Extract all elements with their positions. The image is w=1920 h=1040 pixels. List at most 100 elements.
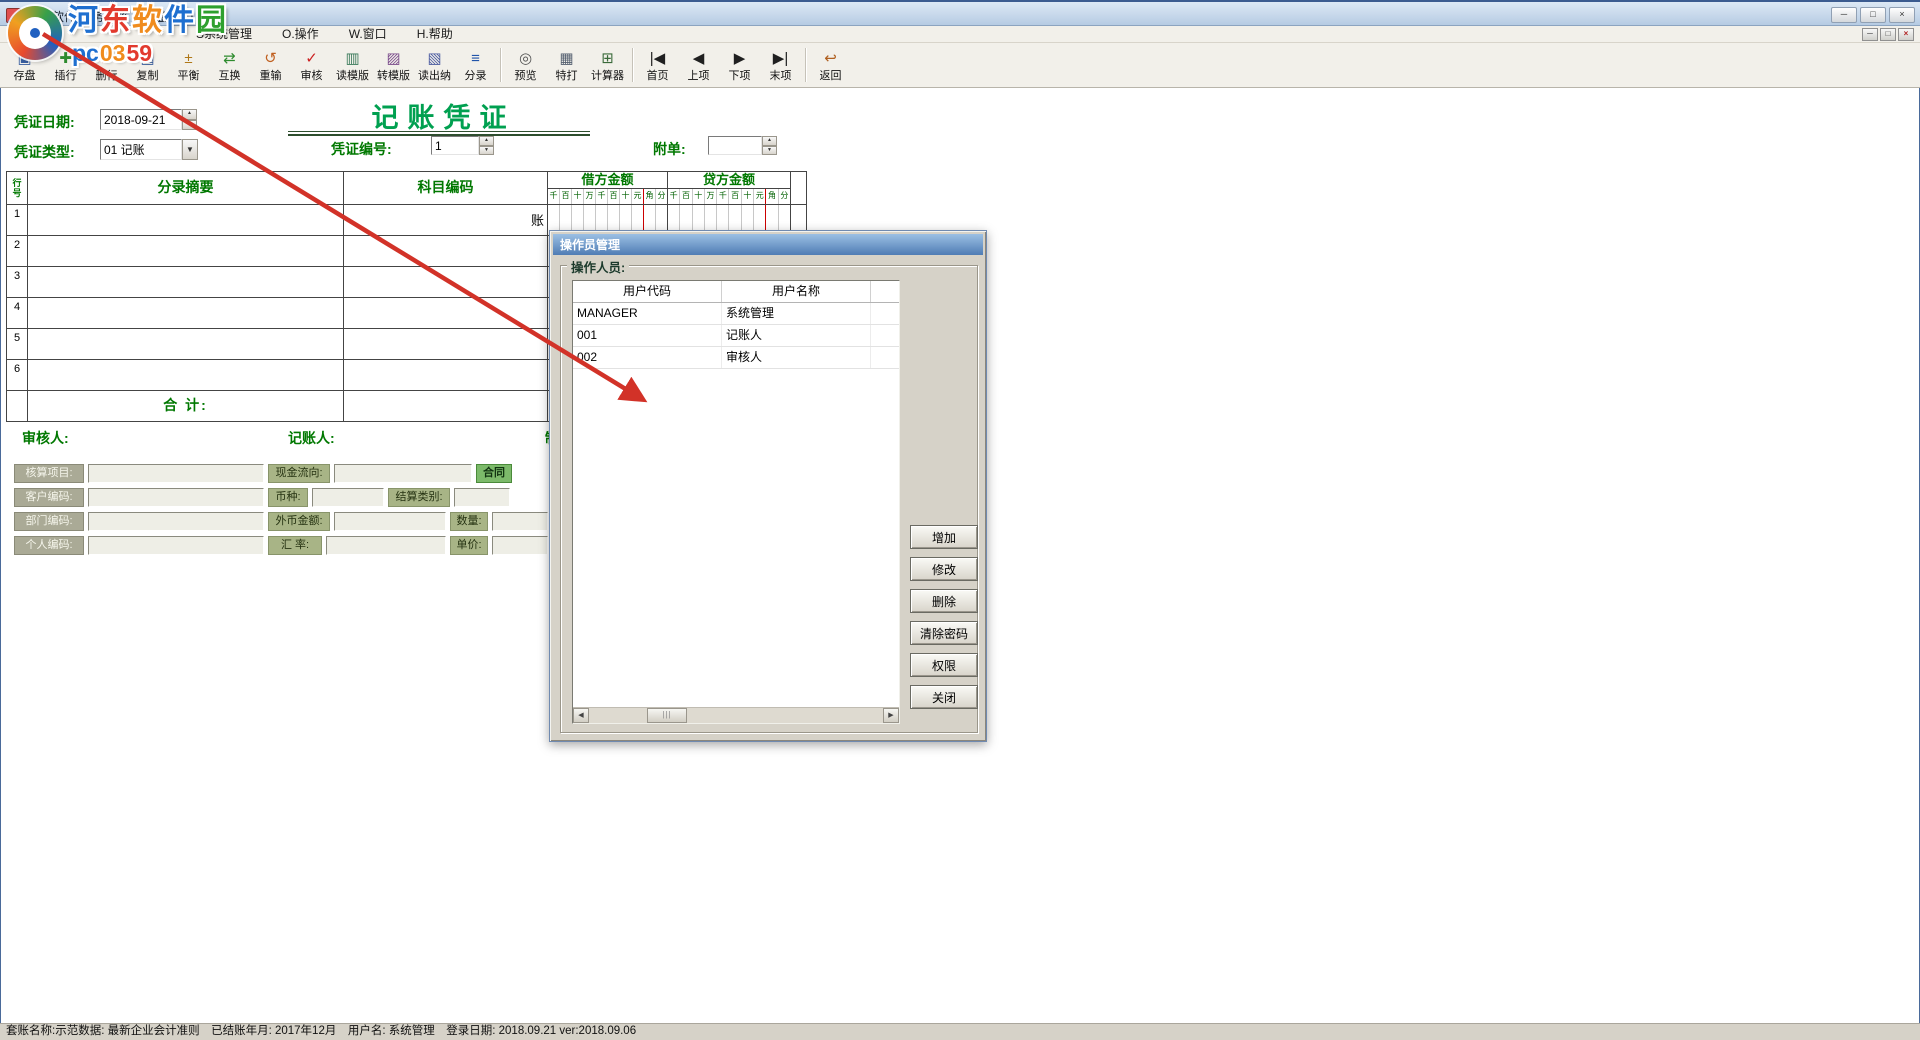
modify-button[interactable]: 修改 xyxy=(910,557,978,581)
scrollbar-track[interactable]: ||| xyxy=(589,708,883,723)
summary-cell[interactable] xyxy=(28,205,344,235)
voucher-date-input[interactable]: 2018-09-21 xyxy=(100,109,182,130)
clear-password-button[interactable]: 清除密码 xyxy=(910,621,978,645)
child-restore-button[interactable]: □ xyxy=(1880,28,1896,41)
detail-field-input[interactable] xyxy=(334,464,472,483)
row-number: 4 xyxy=(7,298,28,328)
copy-button[interactable]: ▤复制 xyxy=(127,44,168,86)
add-button[interactable]: 增加 xyxy=(910,525,978,549)
detail-field-input[interactable] xyxy=(88,464,264,483)
previous-button[interactable]: ◀上项 xyxy=(678,44,719,86)
account-code-cell[interactable] xyxy=(344,236,548,266)
digit-column: 百 xyxy=(729,189,741,204)
print-button[interactable]: ▦特打 xyxy=(546,44,587,86)
digit-column: 百 xyxy=(680,189,692,204)
spin-down-icon[interactable]: ▼ xyxy=(479,146,494,156)
preview-icon: ◎ xyxy=(519,48,532,69)
detail-field-input[interactable] xyxy=(312,488,384,507)
voucher-type-dropdown-icon[interactable]: ▼ xyxy=(182,139,198,160)
spin-up-icon[interactable]: ▲ xyxy=(182,109,197,120)
detail-field-input[interactable] xyxy=(88,536,264,555)
account-code-cell[interactable] xyxy=(344,360,548,390)
operator-row[interactable]: MANAGER系统管理 xyxy=(573,303,899,325)
next-button[interactable]: ▶下项 xyxy=(719,44,760,86)
menu-item[interactable]: H.帮助 xyxy=(417,26,453,43)
calculator-button[interactable]: ⊞计算器 xyxy=(587,44,628,86)
application-window: 润衡软件-账务系统 - [凭证录入] ─□× S系统管理O.操作W.窗口H.帮助… xyxy=(0,0,1920,1040)
swap-button[interactable]: ⇄互换 xyxy=(209,44,250,86)
balance-button[interactable]: ±平衡 xyxy=(168,44,209,86)
detail-field-input[interactable] xyxy=(454,488,510,507)
summary-cell[interactable] xyxy=(28,267,344,297)
operator-row[interactable]: 002审核人 xyxy=(573,347,899,369)
attachment-input[interactable] xyxy=(708,136,762,155)
to-template-button[interactable]: ▨转模版 xyxy=(373,44,414,86)
summary-cell[interactable] xyxy=(28,298,344,328)
summary-cell[interactable] xyxy=(28,236,344,266)
last-button[interactable]: ▶|末项 xyxy=(760,44,801,86)
close-button[interactable]: × xyxy=(1889,7,1915,23)
scrollbar-thumb[interactable]: ||| xyxy=(647,708,687,723)
save-button[interactable]: ▣存盘 xyxy=(4,44,45,86)
read-cashier-button[interactable]: ▧读出纳 xyxy=(414,44,455,86)
read-template-button[interactable]: ▥读模版 xyxy=(332,44,373,86)
detail-field-input[interactable] xyxy=(492,536,548,555)
account-code-cell[interactable]: 账 xyxy=(344,205,548,235)
voucher-no-spinner[interactable]: ▲ ▼ xyxy=(479,136,494,155)
operator-table[interactable]: 用户代码用户名称 MANAGER系统管理001记账人002审核人 ◀ ||| ▶ xyxy=(572,280,900,724)
child-minimize-button[interactable]: ─ xyxy=(1862,28,1878,41)
voucher-date-spinner[interactable]: ▲ ▼ xyxy=(182,109,197,130)
spin-up-icon[interactable]: ▲ xyxy=(762,136,777,146)
scroll-left-icon[interactable]: ◀ xyxy=(573,708,589,723)
entries-button[interactable]: ≡分录 xyxy=(455,44,496,86)
detail-field-input[interactable] xyxy=(492,512,548,531)
preview-button[interactable]: ◎预览 xyxy=(505,44,546,86)
operator-table-scrollbar[interactable]: ◀ ||| ▶ xyxy=(573,707,899,723)
first-button[interactable]: |◀首页 xyxy=(637,44,678,86)
digit-column: 十 xyxy=(742,189,754,204)
voucher-no-input[interactable]: 1 xyxy=(431,136,479,155)
spin-down-icon[interactable]: ▼ xyxy=(762,146,777,156)
toolbar-button-label: 重输 xyxy=(260,70,282,82)
account-code-cell[interactable] xyxy=(344,298,548,328)
detail-field-input[interactable] xyxy=(334,512,446,531)
minimize-button[interactable]: ─ xyxy=(1831,7,1857,23)
window-title: 润衡软件-账务系统 - [凭证录入] xyxy=(28,8,193,25)
insert-row-button[interactable]: ✚插行 xyxy=(45,44,86,86)
summary-cell[interactable] xyxy=(28,329,344,359)
detail-field-input[interactable] xyxy=(88,488,264,507)
re-enter-button[interactable]: ↺重输 xyxy=(250,44,291,86)
account-code-cell[interactable] xyxy=(344,329,548,359)
digit-column: 千 xyxy=(717,189,729,204)
summary-cell[interactable] xyxy=(28,360,344,390)
detail-field-input[interactable] xyxy=(88,512,264,531)
spin-up-icon[interactable]: ▲ xyxy=(479,136,494,146)
maximize-button[interactable]: □ xyxy=(1860,7,1886,23)
operator-row[interactable]: 001记账人 xyxy=(573,325,899,347)
dialog-titlebar[interactable]: 操作员管理 xyxy=(553,234,983,255)
voucher-type-select[interactable]: 01 记账 xyxy=(100,139,182,160)
menu-item[interactable]: W.窗口 xyxy=(349,26,387,43)
back-button[interactable]: ↩返回 xyxy=(810,44,851,86)
scroll-right-icon[interactable]: ▶ xyxy=(883,708,899,723)
toolbar-button-label: 插行 xyxy=(55,70,77,82)
digit-column: 元 xyxy=(632,189,644,204)
spin-down-icon[interactable]: ▼ xyxy=(182,120,197,131)
digit-column: 百 xyxy=(608,189,620,204)
menu-item[interactable]: S系统管理 xyxy=(196,26,252,43)
menu-item[interactable]: O.操作 xyxy=(282,26,319,43)
delete-button[interactable]: 删除 xyxy=(910,589,978,613)
delete-row-button[interactable]: ✗删行 xyxy=(86,44,127,86)
audit-check-icon: ✓ xyxy=(305,48,318,69)
permission-button[interactable]: 权限 xyxy=(910,653,978,677)
digit-column: 千 xyxy=(668,189,680,204)
detail-field-input[interactable] xyxy=(326,536,446,555)
detail-field-label: 客户编码: xyxy=(14,488,84,507)
child-close-button[interactable]: × xyxy=(1898,28,1914,41)
contract-button[interactable]: 合同 xyxy=(476,464,512,483)
audit-button[interactable]: ✓审核 xyxy=(291,44,332,86)
account-code-cell[interactable] xyxy=(344,267,548,297)
attachment-spinner[interactable]: ▲ ▼ xyxy=(762,136,777,155)
amount-digit-header: 千百十万千百十元角分 xyxy=(668,189,790,204)
close-dialog-button[interactable]: 关闭 xyxy=(910,685,978,709)
